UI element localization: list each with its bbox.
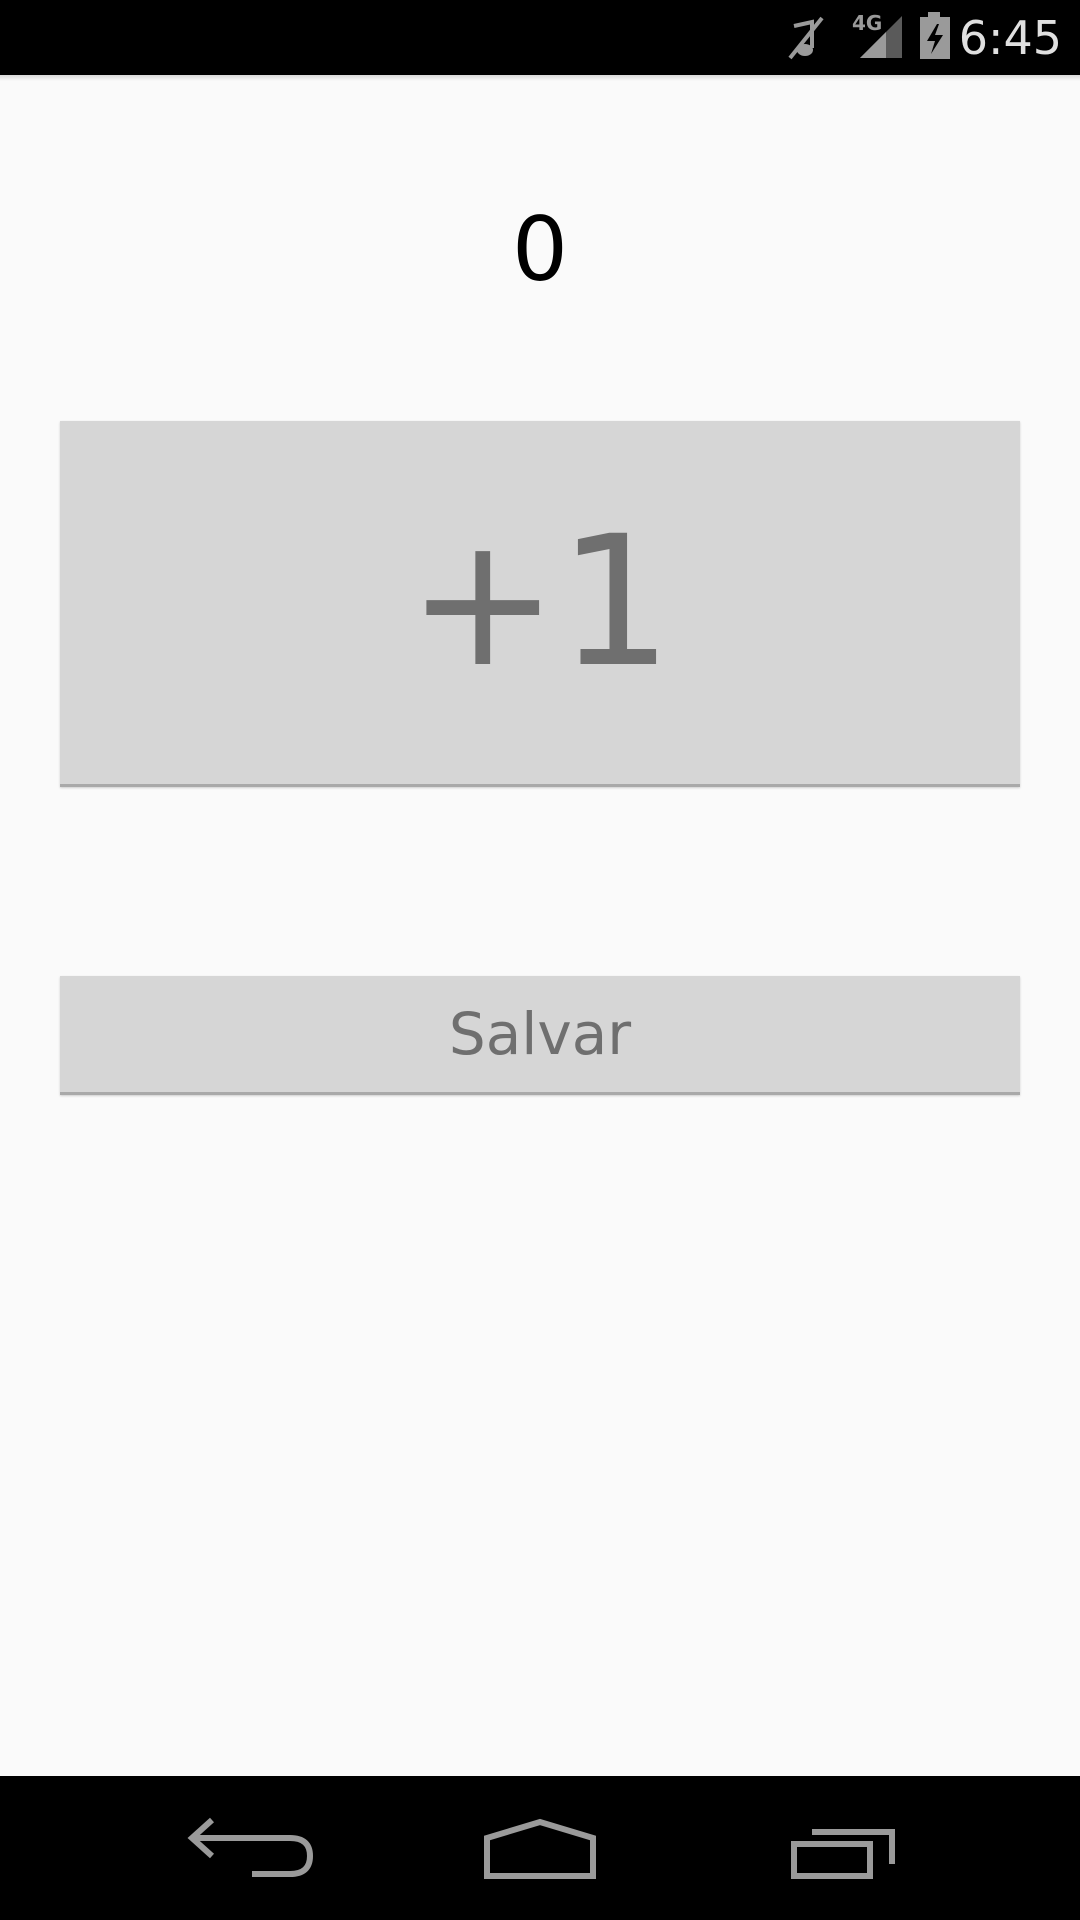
status-bar: 4G 6:45: [0, 0, 1080, 75]
back-icon[interactable]: [140, 1776, 340, 1920]
navigation-bar: [0, 1776, 1080, 1920]
network-type-label: 4G: [852, 11, 882, 35]
action-bar-shadow: [0, 75, 1080, 81]
recents-icon[interactable]: [740, 1776, 940, 1920]
home-icon[interactable]: [440, 1776, 640, 1920]
status-clock: 6:45: [958, 11, 1062, 65]
signal-icon: 4G: [852, 11, 902, 58]
battery-charging-icon: [920, 12, 950, 59]
muted-icon: [788, 16, 824, 60]
counter-value: 0: [512, 198, 568, 301]
save-button[interactable]: Salvar: [60, 976, 1020, 1095]
increment-button[interactable]: +1: [60, 421, 1020, 787]
